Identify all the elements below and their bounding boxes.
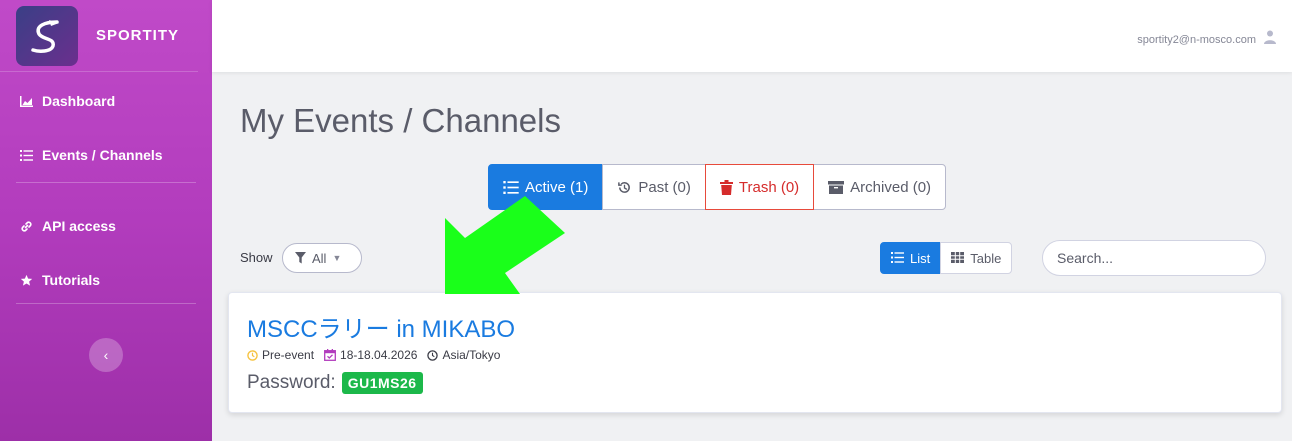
list-icon bbox=[891, 251, 904, 266]
trash-icon bbox=[719, 179, 733, 195]
password-badge: GU1MS26 bbox=[341, 372, 423, 394]
view-table-label: Table bbox=[970, 250, 1002, 266]
brand[interactable]: SPORTITY bbox=[0, 0, 198, 72]
event-status-label: Pre-event bbox=[262, 348, 315, 362]
sidebar-item-label: Events / Channels bbox=[42, 147, 163, 163]
event-card[interactable]: MSCCラリー in MIKABO Pre-event 18-18.04.202… bbox=[228, 292, 1282, 413]
sidebar-item-events-channels[interactable]: Events / Channels bbox=[0, 138, 212, 172]
topbar: sportity2@n-mosco.com bbox=[212, 0, 1292, 72]
event-timezone-label: Asia/Tokyo bbox=[442, 348, 501, 362]
sidebar-collapse-button[interactable]: ‹ bbox=[89, 338, 123, 372]
annotation-arrow-icon bbox=[445, 196, 565, 294]
history-icon bbox=[617, 180, 632, 195]
filter-value: All bbox=[312, 250, 327, 266]
caret-down-icon: ▼ bbox=[332, 253, 342, 263]
sidebar: SPORTITY Dashboard Events / Channels API… bbox=[0, 0, 212, 441]
event-password-row: Password: GU1MS26 bbox=[247, 372, 423, 394]
view-list-button[interactable]: List bbox=[880, 242, 942, 274]
sidebar-divider bbox=[16, 182, 196, 183]
event-dates: 18-18.04.2026 bbox=[324, 348, 417, 362]
event-status: Pre-event bbox=[247, 348, 314, 362]
list-icon bbox=[18, 149, 34, 161]
brand-name: SPORTITY bbox=[96, 27, 180, 44]
calendar-check-icon bbox=[324, 349, 336, 361]
event-meta: Pre-event 18-18.04.2026 Asia/Tokyo bbox=[247, 348, 510, 362]
clock-icon bbox=[247, 349, 258, 361]
sidebar-item-api-access[interactable]: API access bbox=[0, 209, 212, 243]
filter-dropdown[interactable]: All ▼ bbox=[282, 243, 362, 273]
view-table-button[interactable]: Table bbox=[940, 242, 1013, 274]
sidebar-item-dashboard[interactable]: Dashboard bbox=[0, 84, 212, 118]
chevron-left-icon: ‹ bbox=[103, 347, 109, 363]
page-title: My Events / Channels bbox=[240, 102, 561, 139]
password-label: Password: bbox=[247, 372, 336, 393]
event-timezone: Asia/Tokyo bbox=[427, 348, 500, 362]
tab-past[interactable]: Past (0) bbox=[602, 164, 706, 210]
tab-trash[interactable]: Trash (0) bbox=[704, 164, 815, 210]
user-email[interactable]: sportity2@n-mosco.com bbox=[1137, 34, 1256, 46]
view-toggle: List Table bbox=[880, 242, 1013, 274]
tab-label: Past (0) bbox=[638, 178, 691, 196]
chart-area-icon bbox=[18, 95, 34, 107]
tab-archived[interactable]: Archived (0) bbox=[813, 164, 947, 210]
sidebar-divider bbox=[16, 303, 196, 304]
search-input[interactable] bbox=[1042, 240, 1266, 276]
sportity-logo bbox=[16, 5, 78, 66]
filter-icon bbox=[295, 252, 306, 264]
clock-icon bbox=[427, 349, 439, 361]
view-list-label: List bbox=[910, 250, 931, 266]
event-title[interactable]: MSCCラリー in MIKABO bbox=[247, 309, 515, 344]
sidebar-item-tutorials[interactable]: Tutorials bbox=[0, 263, 212, 297]
star-icon bbox=[18, 274, 34, 287]
show-label: Show bbox=[240, 250, 273, 265]
event-dates-label: 18-18.04.2026 bbox=[340, 348, 418, 362]
table-icon bbox=[951, 251, 965, 266]
link-icon bbox=[18, 220, 34, 233]
user-icon[interactable] bbox=[1264, 30, 1278, 46]
sidebar-item-label: Tutorials bbox=[42, 272, 101, 288]
sidebar-item-label: Dashboard bbox=[42, 93, 116, 109]
archive-icon bbox=[828, 180, 845, 194]
tab-label: Archived (0) bbox=[850, 178, 932, 196]
tab-label: Trash (0) bbox=[738, 178, 800, 196]
sidebar-item-label: API access bbox=[42, 218, 116, 234]
